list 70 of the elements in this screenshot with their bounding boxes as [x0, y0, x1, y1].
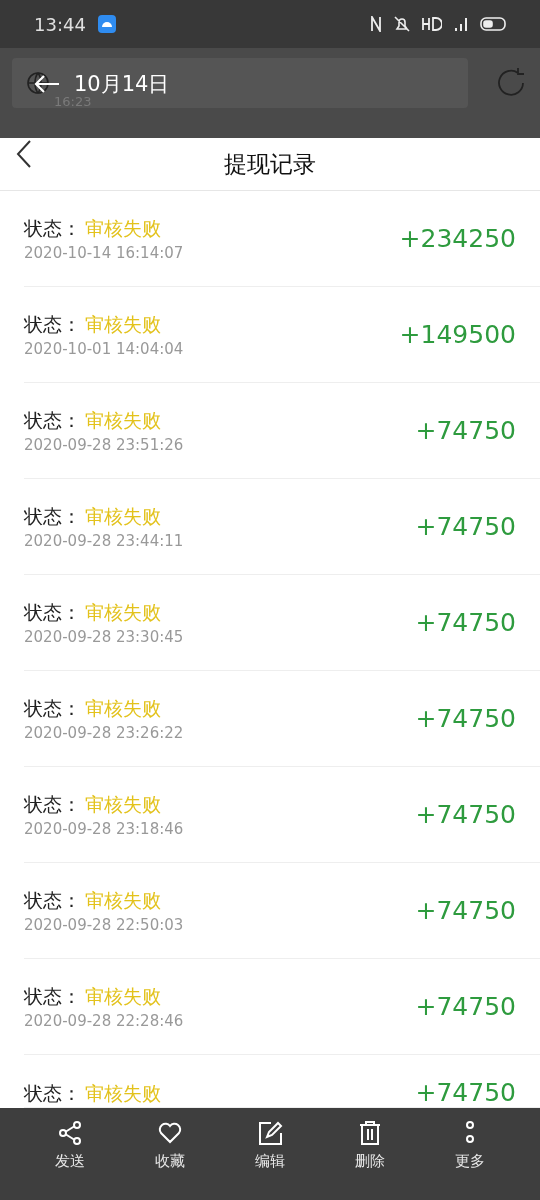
muted-bell-icon — [394, 16, 410, 32]
viewer-title: 10月14日 — [74, 71, 170, 97]
status-label: 状态： — [24, 887, 81, 913]
record-amount: +74750 — [415, 608, 516, 637]
record-date: 2020-09-28 23:44:11 — [24, 531, 184, 550]
back-arrow-icon[interactable] — [34, 74, 60, 94]
status-value: 审核失败 — [85, 503, 161, 529]
record-row[interactable]: 状态： 审核失败 2020-09-28 23:26:22 +74750 — [24, 671, 540, 767]
status-label: 状态： — [24, 791, 81, 817]
status-value: 审核失败 — [85, 599, 161, 625]
record-row[interactable]: 状态： 审核失败 2020-09-28 23:51:26 +74750 — [24, 383, 540, 479]
trash-icon — [357, 1120, 383, 1146]
record-date: 2020-09-28 23:26:22 — [24, 723, 184, 742]
status-value: 审核失败 — [85, 791, 161, 817]
nfc-icon — [370, 16, 382, 32]
status-label: 状态： — [24, 407, 81, 433]
status-value: 审核失败 — [85, 695, 161, 721]
record-date: 2020-10-14 16:14:07 — [24, 243, 184, 262]
record-row[interactable]: 状态： 审核失败 2020-10-14 16:14:07 +234250 — [24, 191, 540, 287]
status-value: 审核失败 — [85, 887, 161, 913]
record-amount: +74750 — [415, 896, 516, 925]
record-date: 2020-09-28 22:50:03 — [24, 915, 184, 934]
record-row[interactable]: 状态： 审核失败 2020-09-28 22:50:03 +74750 — [24, 863, 540, 959]
share-icon — [57, 1120, 83, 1146]
status-label: 状态： — [24, 311, 81, 337]
page-title: 提现记录 — [224, 149, 316, 179]
status-label: 状态： — [24, 1081, 81, 1106]
action-button[interactable]: 更多 — [455, 1120, 485, 1176]
status-time: 13:44 — [34, 13, 86, 35]
record-amount: +74750 — [415, 704, 516, 733]
status-label: 状态： — [24, 599, 81, 625]
action-button[interactable]: 编辑 — [255, 1120, 285, 1176]
record-amount: +74750 — [415, 512, 516, 541]
record-row[interactable]: 状态： 审核失败 2020-09-28 23:18:46 +74750 — [24, 767, 540, 863]
record-date: 2020-09-28 23:51:26 — [24, 435, 184, 454]
record-date: 2020-09-28 23:30:45 — [24, 627, 184, 646]
status-label: 状态： — [24, 983, 81, 1009]
record-date: 2020-10-01 14:04:04 — [24, 339, 184, 358]
hd-icon — [422, 17, 442, 31]
record-amount: +234250 — [399, 224, 516, 253]
signal-icon — [454, 17, 468, 31]
heart-icon — [157, 1120, 183, 1146]
status-label: 状态： — [24, 503, 81, 529]
status-value: 审核失败 — [85, 983, 161, 1009]
action-button[interactable]: 删除 — [355, 1120, 385, 1176]
record-row[interactable]: 状态： 审核失败 2020-09-28 23:30:45 +74750 — [24, 575, 540, 671]
record-date: 2020-09-28 22:28:46 — [24, 1011, 184, 1030]
status-value: 审核失败 — [85, 215, 161, 241]
record-amount: +74750 — [415, 992, 516, 1021]
record-amount: +149500 — [399, 320, 516, 349]
status-value: 审核失败 — [85, 407, 161, 433]
url-field[interactable] — [12, 58, 468, 108]
record-amount: +74750 — [415, 800, 516, 829]
back-chevron-icon[interactable] — [16, 140, 32, 168]
record-row[interactable]: 状态： 审核失败 2020-10-01 14:04:04 +149500 — [24, 287, 540, 383]
status-value: 审核失败 — [85, 311, 161, 337]
status-label: 状态： — [24, 695, 81, 721]
record-date: 2020-09-28 23:18:46 — [24, 819, 184, 838]
record-amount: +74750 — [415, 416, 516, 445]
action-button[interactable]: 收藏 — [155, 1120, 185, 1176]
record-row[interactable]: 状态： 审核失败 2020-09-28 23:44:11 +74750 — [24, 479, 540, 575]
app-notification-icon — [97, 15, 116, 33]
globe-icon — [26, 71, 50, 95]
edit-icon — [257, 1120, 283, 1146]
record-row[interactable]: 状态： 审核失败 2020-09-28 22:28:46 +74750 — [24, 959, 540, 1055]
battery-icon — [480, 17, 506, 31]
action-button[interactable]: 发送 — [55, 1120, 85, 1176]
status-label: 状态： — [24, 215, 81, 241]
status-value: 审核失败 — [85, 1081, 161, 1106]
record-amount: +74750 — [415, 1078, 516, 1107]
